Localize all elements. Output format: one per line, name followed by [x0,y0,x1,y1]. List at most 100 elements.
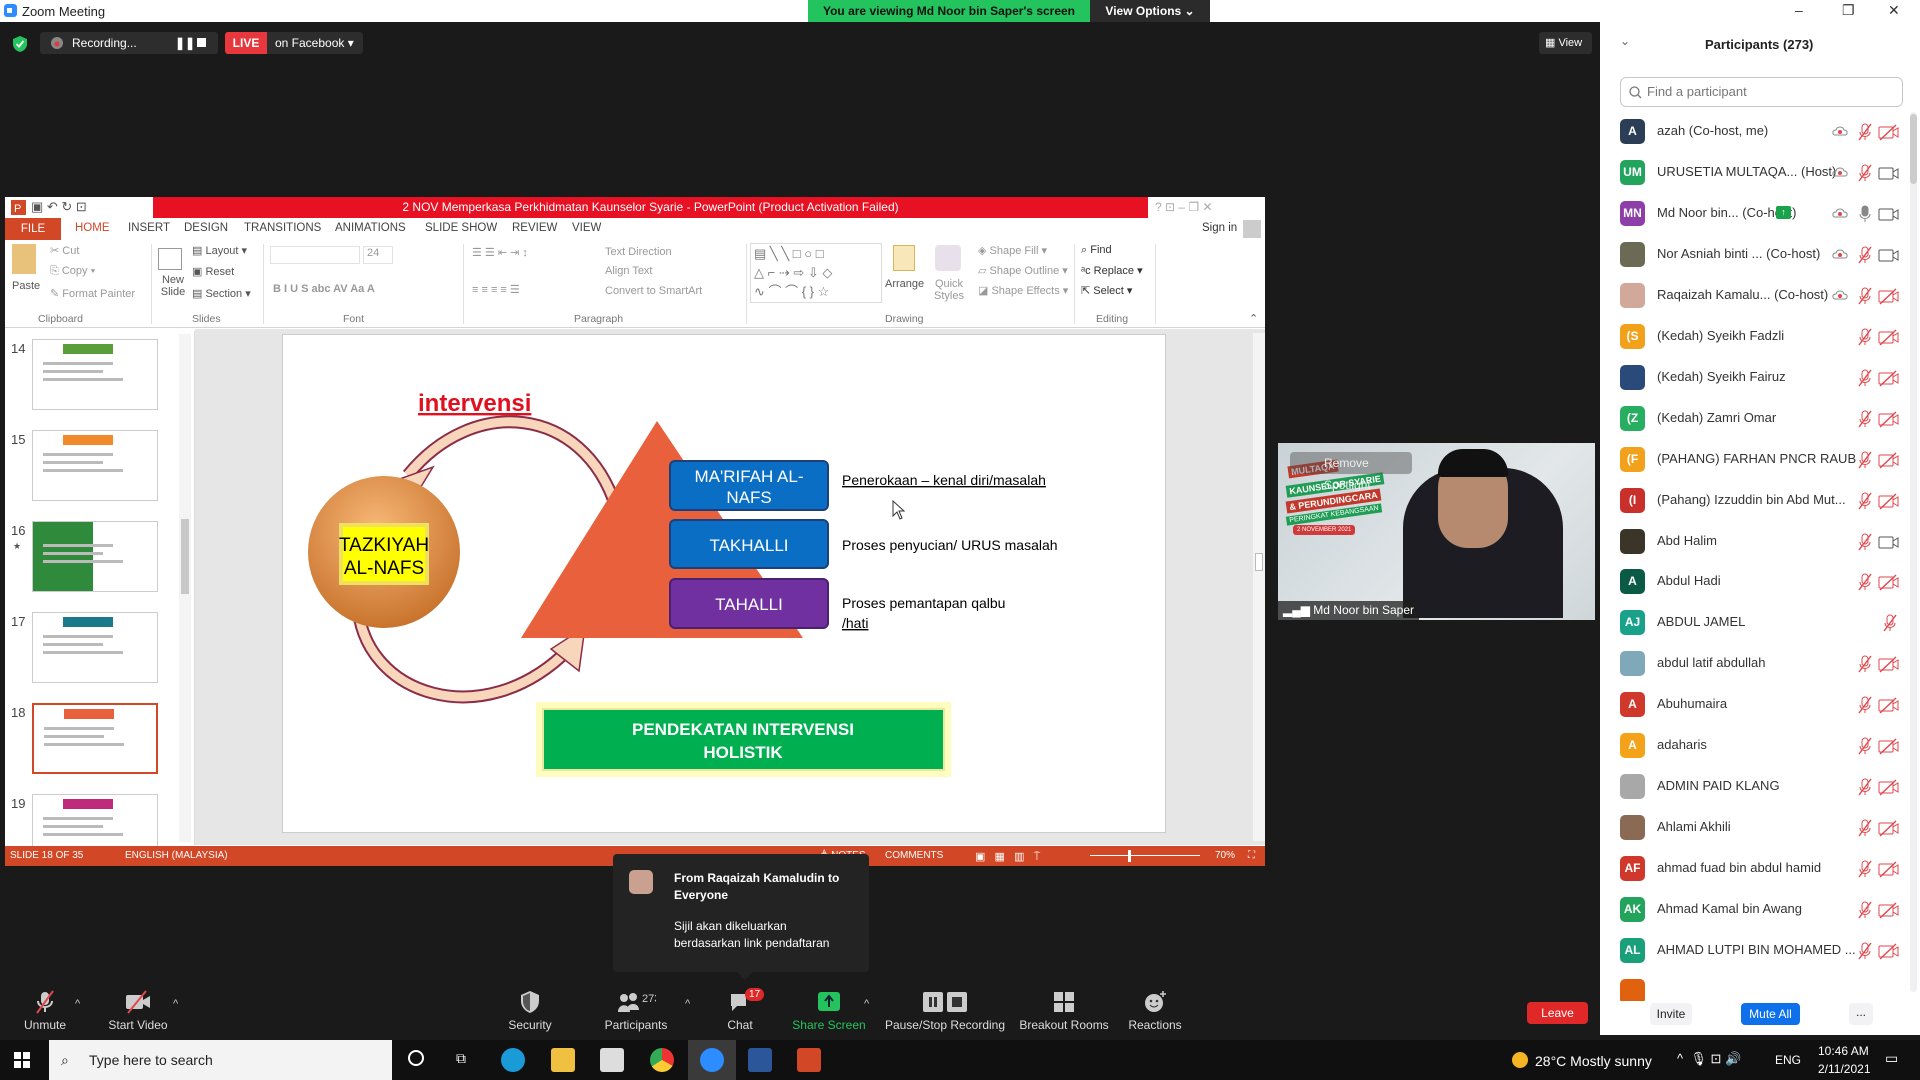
layout-button[interactable]: ▤ Layout ▾ [192,244,247,257]
mic-muted-icon[interactable] [1856,819,1874,837]
shapes-gallery[interactable]: ▤ ╲ ╲ □ ○ □ △ ⌐ ⇢ ⇨ ⇩ ◇ ∿ ⌒ ⌒ { } ☆ [750,243,882,303]
tab-animations[interactable]: ANIMATIONS [335,222,406,234]
reset-button[interactable]: ▣ Reset [192,265,234,278]
remove-spotlight-button[interactable]: Remove Spotlight [1290,452,1412,492]
participant-row[interactable]: UM URUSETIA MULTAQA... (Host) [1600,152,1910,193]
copy-button[interactable]: ⎘ Copy ▾ [50,265,95,278]
collapse-panel-chevron-icon[interactable]: ⌄ [1620,34,1630,48]
slide-thumbnail[interactable] [32,339,158,410]
chat-notification[interactable]: From Raqaizah Kamaludin to Everyone Siji… [613,854,869,980]
participant-row-partial[interactable] [1600,971,1910,1001]
fit-slide-button[interactable]: ⛶ [1248,850,1255,861]
camera-off-icon[interactable] [1878,492,1900,510]
replace-button[interactable]: ᵃc Replace ▾ [1081,264,1143,277]
participant-row[interactable]: Ahlami Akhili [1600,807,1910,848]
camera-off-icon[interactable] [1878,737,1900,755]
paste-button[interactable]: Paste [12,280,40,292]
pause-recording-button[interactable]: ❚❚ [175,32,195,54]
font-name-dropdown[interactable] [270,246,360,264]
participant-row[interactable]: Nor Asniah binti ... (Co-host) [1600,234,1910,275]
participant-row[interactable]: AJ ABDUL JAMEL [1600,602,1910,643]
minimize-button[interactable]: – [1795,2,1803,18]
participant-row[interactable]: Abd Halim [1600,521,1910,562]
clock-date[interactable]: 2/11/2021 [1818,1062,1871,1076]
cut-button[interactable]: ✂ Cut [50,244,79,257]
mic-muted-icon[interactable] [1856,778,1874,796]
text-direction-button[interactable]: Text Direction [605,246,672,258]
participant-list-scrollbar[interactable] [1910,112,1917,992]
live-stream-target-dropdown[interactable]: on Facebook ▾ [267,32,363,54]
participant-row[interactable]: MN Md Noor bin... (Co-host) ↑ [1600,193,1910,234]
thumbnails-scrollbar[interactable] [179,334,191,842]
participant-row[interactable]: (F (PAHANG) FARHAN PNCR RAUB [1600,439,1910,480]
chrome-icon[interactable] [650,1048,674,1072]
participant-row[interactable]: AL AHMAD LUTPI BIN MOHAMED ... [1600,930,1910,971]
shape-fill-button[interactable]: ◈ Shape Fill ▾ [978,244,1047,257]
microsoft-store-icon[interactable] [600,1048,624,1072]
find-participant-input[interactable]: Find a participant [1620,77,1903,107]
reactions-button[interactable]: Reactions [1100,990,1210,1032]
camera-off-icon[interactable] [1878,860,1900,878]
word-icon[interactable] [748,1048,772,1072]
participant-row[interactable]: A Abuhumaira [1600,684,1910,725]
align-text-button[interactable]: Align Text [605,265,653,277]
share-screen-button[interactable]: Share Screen [774,990,884,1032]
tab-slide-show[interactable]: SLIDE SHOW [425,222,497,234]
participants-button[interactable]: 273 Participants [581,990,691,1032]
language-indicator[interactable]: ENG [1775,1053,1801,1067]
zoom-slider[interactable] [1090,855,1200,856]
camera-off-icon[interactable] [1878,942,1900,960]
tab-review[interactable]: REVIEW [512,222,557,234]
participant-row[interactable]: AF ahmad fuad bin abdul hamid [1600,848,1910,889]
find-button[interactable]: ⌕ Find [1081,244,1112,257]
arrange-button[interactable]: Arrange [885,278,924,290]
camera-off-icon[interactable] [1878,287,1900,305]
view-mode-buttons[interactable]: ▣ ▦ ▥ ⍑ [975,850,1040,864]
mic-muted-icon[interactable] [1856,123,1874,141]
mic-muted-icon[interactable] [1856,328,1874,346]
mic-muted-icon[interactable] [1881,614,1899,632]
new-slide-button[interactable]: New Slide [157,274,189,298]
participant-row[interactable]: (I (Pahang) Izzuddin bin Abd Mut... [1600,480,1910,521]
mic-muted-icon[interactable] [1856,533,1874,551]
windows-start-icon[interactable] [14,1052,30,1068]
tab-transitions[interactable]: TRANSITIONS [244,222,321,234]
cortana-icon[interactable] [408,1050,424,1066]
zoom-slider-thumb[interactable] [1128,850,1131,862]
security-button[interactable]: Security [475,990,585,1032]
tab-file[interactable]: FILE [5,218,61,240]
list-buttons[interactable]: ☰ ☰ ⇤ ⇥ ↕ [472,246,528,259]
audio-options-caret[interactable]: ^ [75,998,80,1010]
participant-row[interactable]: A Abdul Hadi [1600,561,1910,602]
invite-button[interactable]: Invite [1650,1003,1692,1025]
zoom-level[interactable]: 70% [1215,850,1235,861]
language-indicator[interactable]: ENGLISH (MALAYSIA) [125,850,228,861]
camera-off-icon[interactable] [1878,328,1900,346]
edge-icon[interactable] [501,1048,525,1072]
comments-button[interactable]: COMMENTS [885,850,943,861]
mic-muted-icon[interactable] [1856,942,1874,960]
tab-insert[interactable]: INSERT [128,222,170,234]
zoom-app-icon[interactable] [700,1048,724,1072]
camera-off-icon[interactable] [1878,369,1900,387]
camera-off-icon[interactable] [1878,778,1900,796]
mic-muted-icon[interactable] [1856,655,1874,673]
mic-muted-icon[interactable] [1856,287,1874,305]
camera-icon[interactable] [1878,246,1900,264]
mic-muted-icon[interactable] [1856,451,1874,469]
leave-meeting-button[interactable]: Leave [1527,1002,1588,1024]
camera-off-icon[interactable] [1878,573,1900,591]
share-options-caret[interactable]: ^ [864,998,869,1010]
mic-muted-icon[interactable] [1856,737,1874,755]
tray-icons[interactable]: ^ 🎙 ⊡ 🔊 [1677,1051,1741,1067]
camera-off-icon[interactable] [1878,696,1900,714]
camera-off-icon[interactable] [1878,451,1900,469]
tab-home[interactable]: HOME [75,222,110,234]
taskbar-search-box[interactable]: ⌕ Type here to search [49,1040,392,1080]
quick-styles-button[interactable]: Quick Styles [933,278,965,302]
participant-row[interactable]: Raqaizah Kamalu... (Co-host) [1600,275,1910,316]
sign-in-link[interactable]: Sign in [1202,222,1237,234]
shape-outline-button[interactable]: ▱ Shape Outline ▾ [978,264,1068,277]
encryption-shield-icon[interactable] [12,35,28,53]
slide-scrollbar[interactable] [1253,333,1265,841]
